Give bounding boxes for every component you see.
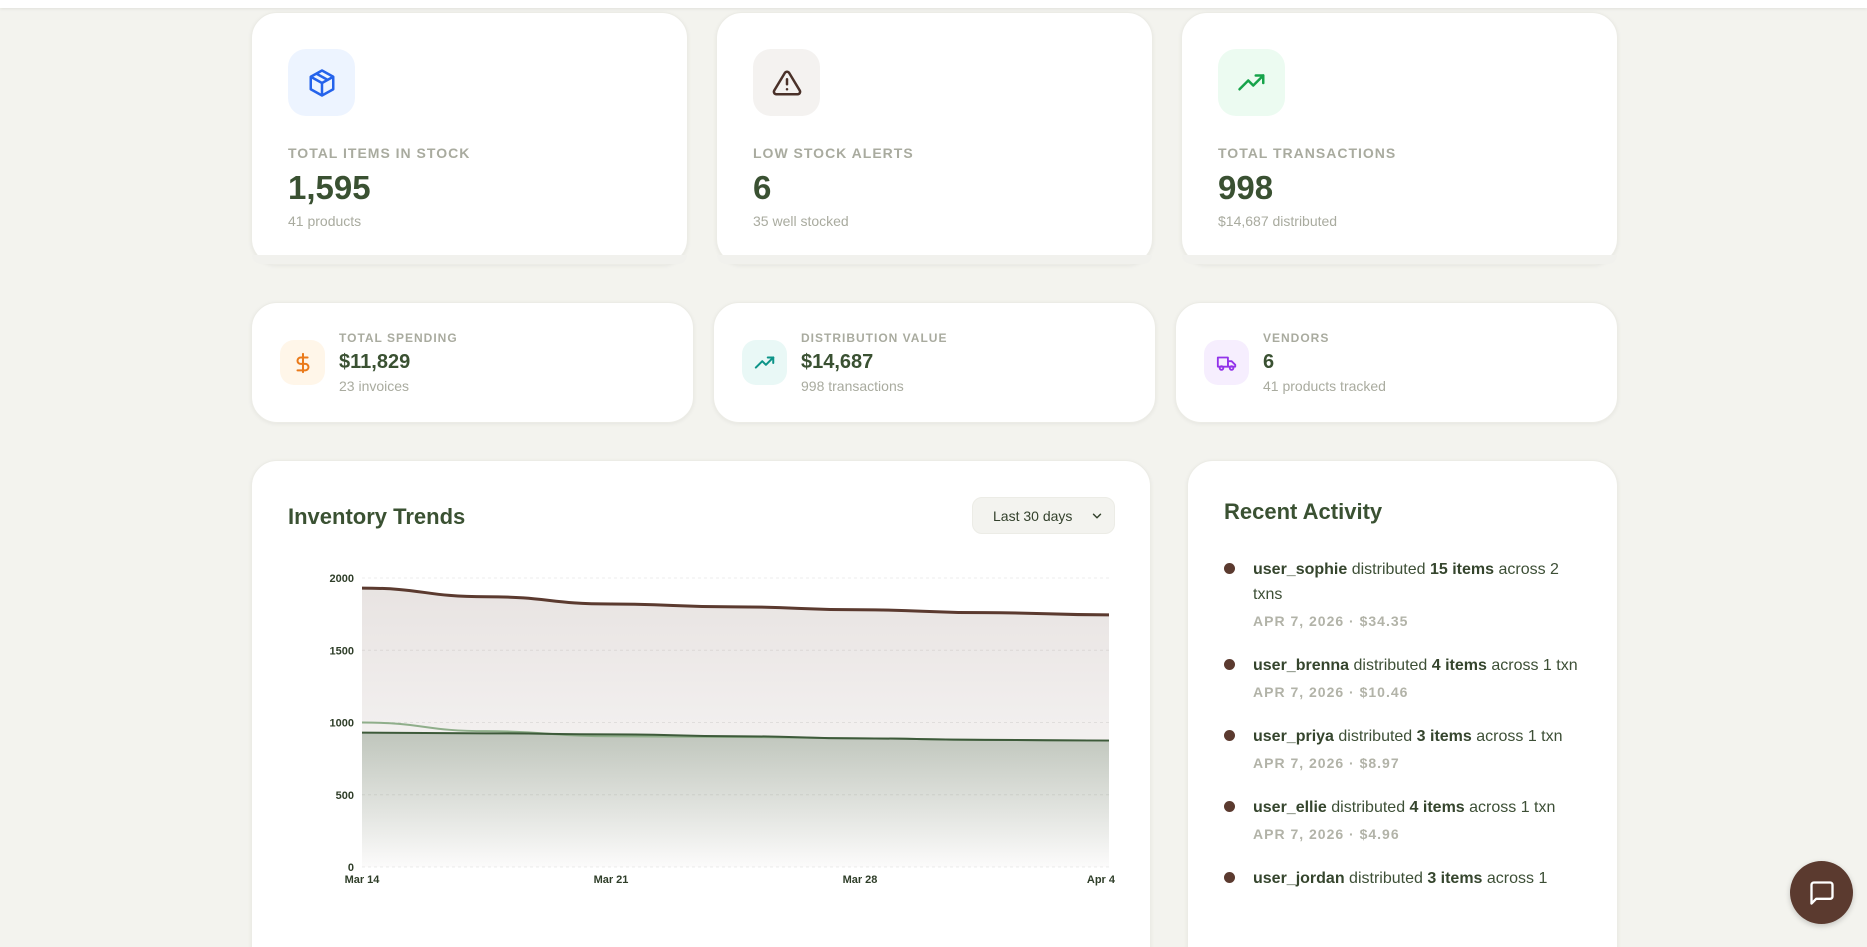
activity-title: Recent Activity [1224,499,1383,524]
activity-qty: 15 items [1429,561,1495,578]
chat-icon [1809,880,1834,905]
activity-verb: distributed [1326,799,1410,816]
x-tick-label: Apr 4 [1087,874,1116,886]
stat-sub: 998 transactions [801,378,904,394]
activity-rest: across 1 txn [1471,728,1563,745]
inventory-trends-card: Inventory Trends Last 30 days 0 500 1000 15… [251,460,1151,947]
chat-button[interactable] [1790,861,1853,924]
x-tick-label: Mar 14 [345,874,381,886]
y-tick-label: 2000 [330,573,354,585]
activity-dot [1224,659,1235,670]
activity-verb: distributed [1344,870,1428,887]
box-icon [288,49,355,116]
stat-label: VENDORS [1263,331,1330,345]
activity-item: user_brenna distributed 4 items across 1… [1224,653,1581,700]
top-bar [0,0,1867,8]
activity-meta: APR 7, 2026 · $34.35 [1253,613,1409,629]
stat-card-distribution-value: DISTRIBUTION VALUE $14,687 998 transacti… [713,302,1156,423]
stat-label: TOTAL TRANSACTIONS [1218,145,1397,161]
y-tick-label: 1000 [330,718,354,730]
activity-dot [1224,563,1235,574]
activity-meta: APR 7, 2026 · $4.96 [1253,826,1400,842]
chart-title: Inventory Trends [288,504,466,529]
activity-item: user_priya distributed 3 items across 1 … [1224,724,1581,771]
stat-card-total-spending: TOTAL SPENDING $11,829 23 invoices [251,302,694,423]
stat-value: 6 [753,169,772,206]
stat-card-transactions: TOTAL TRANSACTIONS 998 $14,687 distribut… [1181,12,1618,265]
trending-up-icon [742,340,787,385]
activity-verb: distributed [1333,728,1417,745]
y-tick-label: 1500 [330,645,354,657]
activity-user: user_ellie [1253,799,1327,816]
activity-list: user_sophie distributed 15 items across … [1224,557,1581,891]
inventory-trends-chart: 0 500 1000 1500 2000 Mar 14 Mar 21 Mar 28 Apr 4 [330,573,1116,886]
activity-rest: across 1 txn [1486,657,1578,674]
activity-qty: 4 items [1431,657,1487,674]
stat-sub: 41 products tracked [1263,378,1386,394]
stat-sub: 35 well stocked [753,213,849,229]
recent-activity-card: Recent Activity user_sophie distributed … [1187,460,1618,947]
alert-triangle-icon [753,49,820,116]
x-tick-label: Mar 21 [594,874,629,886]
activity-dot [1224,730,1235,741]
activity-verb: distributed [1347,561,1430,578]
activity-item: user_ellie distributed 4 items across 1 … [1224,795,1581,842]
stat-card-vendors: VENDORS 6 41 products tracked [1175,302,1618,423]
activity-dot [1224,872,1235,883]
activity-qty: 3 items [1427,870,1483,887]
activity-dot [1224,801,1235,812]
stat-card-low-stock: LOW STOCK ALERTS 6 35 well stocked [716,12,1153,265]
x-tick-label: Mar 28 [843,874,878,886]
activity-user: user_priya [1253,728,1334,745]
stat-value: 1,595 [288,169,371,206]
stat-card-total-items: TOTAL ITEMS IN STOCK 1,595 41 products [251,12,688,265]
truck-icon [1204,340,1249,385]
activity-qty: 4 items [1409,799,1465,816]
stat-label: TOTAL ITEMS IN STOCK [288,145,471,161]
y-tick-label: 500 [336,790,354,802]
series-area [362,732,1109,867]
stat-value: $14,687 [801,351,874,373]
activity-item: user_sophie distributed 15 items across … [1224,557,1581,629]
y-tick-label: 0 [348,862,354,874]
stat-sub: 41 products [288,213,362,229]
range-select[interactable]: Last 30 days [972,497,1115,534]
stat-value: 6 [1263,351,1275,373]
trending-up-icon [1218,49,1285,116]
range-select-label: Last 30 days [993,507,1073,524]
stat-label: LOW STOCK ALERTS [753,145,914,161]
stat-value: 998 [1218,169,1274,206]
chevron-down-icon [1092,513,1102,518]
activity-rest: across 1 txn [1464,799,1556,816]
stat-label: DISTRIBUTION VALUE [801,331,948,345]
activity-meta: APR 7, 2026 · $8.97 [1253,755,1400,771]
dollar-icon [280,340,325,385]
activity-user: user_jordan [1253,870,1345,887]
activity-verb: distributed [1349,657,1432,674]
activity-user: user_brenna [1253,657,1350,674]
stat-value: $11,829 [339,351,411,373]
activity-item: user_jordan distributed 3 items across 1 [1224,866,1581,891]
activity-user: user_sophie [1253,561,1348,578]
stat-sub: 23 invoices [339,378,410,394]
stat-label: TOTAL SPENDING [339,331,458,345]
activity-qty: 3 items [1416,728,1472,745]
activity-rest: across 1 [1482,870,1548,887]
stat-sub: $14,687 distributed [1218,213,1338,229]
activity-meta: APR 7, 2026 · $10.46 [1253,684,1409,700]
